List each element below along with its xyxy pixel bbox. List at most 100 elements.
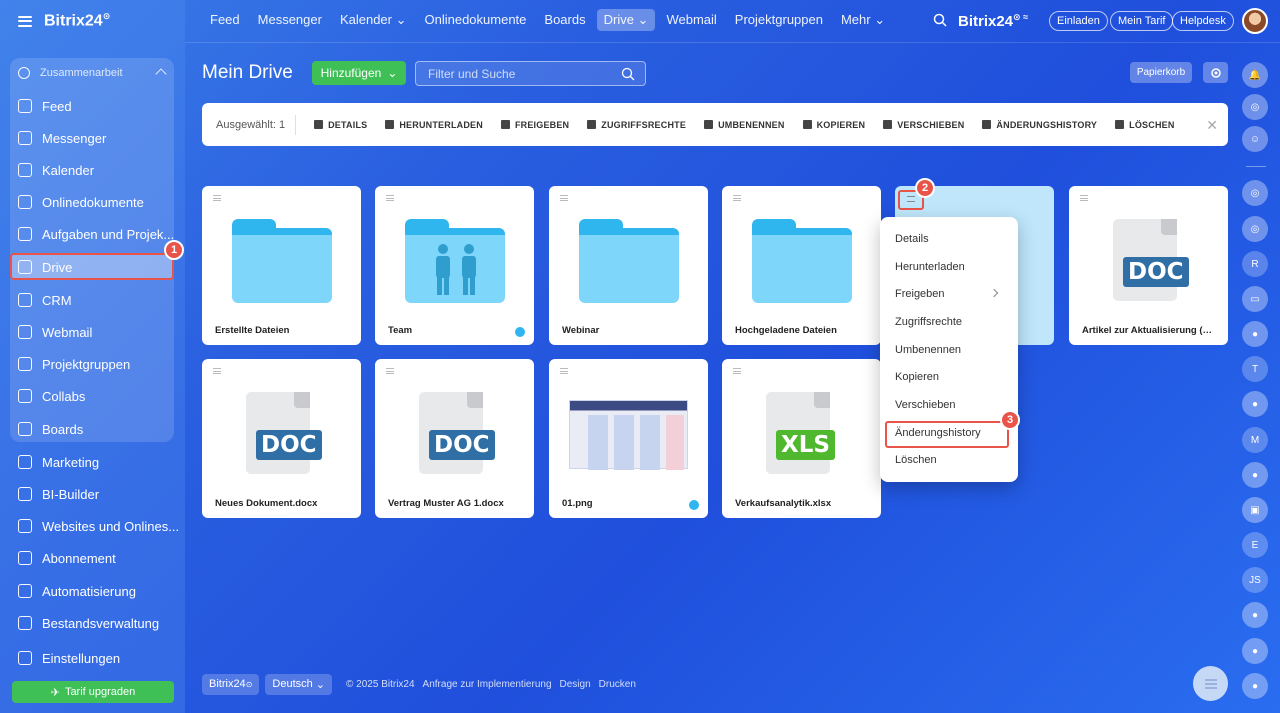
action-löschen[interactable]: LÖSCHEN <box>1115 120 1174 130</box>
sidebar-item-drive[interactable]: Drive <box>18 256 72 278</box>
file-tile[interactable]: DOC Artikel zur Aktualisierung (M... <box>1069 186 1228 345</box>
rail-contact-avatar[interactable]: R <box>1242 251 1268 277</box>
search-icon[interactable] <box>933 13 947 27</box>
context-menu-item-herunterladen[interactable]: Herunterladen <box>895 261 965 273</box>
menu-handle-icon[interactable] <box>386 195 394 201</box>
action-zugriffsrechte[interactable]: ZUGRIFFSRECHTE <box>587 120 686 130</box>
channel-icon[interactable]: ◎ <box>1242 180 1268 206</box>
menu-handle-icon[interactable] <box>733 368 741 374</box>
notification-icon[interactable]: 🔔 <box>1242 62 1268 88</box>
footer-brand-button[interactable]: Bitrix24 ⊙ <box>202 673 260 695</box>
upgrade-plan-button[interactable]: ✈ Tarif upgraden <box>12 681 174 703</box>
action-details[interactable]: DETAILS <box>314 120 367 130</box>
file-tile[interactable]: DOC Vertrag Muster AG 1.docx <box>375 359 534 518</box>
sidebar-item-bestandsverwaltung[interactable]: Bestandsverwaltung <box>18 612 159 634</box>
file-tile[interactable]: XLS Verkaufsanalytik.xlsx <box>722 359 881 518</box>
nav-item-webmail[interactable]: Webmail <box>659 9 723 31</box>
rail-contact-avatar[interactable]: T <box>1242 356 1268 382</box>
menu-handle-icon[interactable] <box>386 368 394 374</box>
user-avatar[interactable] <box>1242 8 1268 34</box>
user-avatar-icon[interactable]: ● <box>1242 321 1268 347</box>
sidebar-item-messenger[interactable]: Messenger <box>18 127 106 149</box>
menu-icon[interactable] <box>18 15 32 27</box>
file-tile[interactable]: 01.png <box>549 359 708 518</box>
menu-handle-icon[interactable] <box>1080 195 1088 201</box>
nav-item-feed[interactable]: Feed <box>203 9 247 31</box>
action-verschieben[interactable]: VERSCHIEBEN <box>883 120 964 130</box>
sidebar-item-kalender[interactable]: Kalender <box>18 159 94 181</box>
footer-link-drucken[interactable]: Drucken <box>599 679 636 690</box>
sidebar-item-bi-builder[interactable]: BI-Builder <box>18 483 99 505</box>
copilot-icon[interactable]: ◎ <box>1242 94 1268 120</box>
action-umbenennen[interactable]: UMBENENNEN <box>704 120 785 130</box>
settings-button[interactable] <box>1203 62 1228 83</box>
group-collaboration-header[interactable]: Zusammenarbeit <box>18 62 123 84</box>
context-menu-item-löschen[interactable]: Löschen <box>895 454 937 466</box>
sidebar-item-crm[interactable]: CRM <box>18 289 72 311</box>
action-freigeben[interactable]: FREIGEBEN <box>500 120 569 130</box>
sidebar-item-aufgaben-und-projek[interactable]: Aufgaben und Projek... <box>18 223 174 245</box>
menu-handle-icon[interactable] <box>560 368 568 374</box>
context-menu-item-freigeben[interactable]: Freigeben <box>895 288 945 300</box>
menu-handle-icon[interactable] <box>213 195 221 201</box>
close-icon[interactable]: ✕ <box>1206 117 1218 134</box>
context-menu-item-details[interactable]: Details <box>895 233 929 245</box>
menu-handle-icon[interactable] <box>733 195 741 201</box>
menu-handle-icon[interactable] <box>213 368 221 374</box>
nav-item-drive[interactable]: Drive ⌄ <box>596 9 656 31</box>
channel-icon[interactable]: ◎ <box>1242 216 1268 242</box>
context-menu-item-kopieren[interactable]: Kopieren <box>895 371 939 383</box>
chat-button[interactable] <box>1193 666 1228 701</box>
sidebar-item-automatisierung[interactable]: Automatisierung <box>18 580 136 602</box>
task-icon[interactable]: ▣ <box>1242 497 1268 523</box>
rail-contact-avatar[interactable]: JS <box>1242 567 1268 593</box>
nav-item-messenger[interactable]: Messenger <box>251 9 329 31</box>
user-avatar-icon[interactable]: ● <box>1242 462 1268 488</box>
user-avatar-icon[interactable]: ● <box>1242 602 1268 628</box>
sidebar-item-marketing[interactable]: Marketing <box>18 451 99 473</box>
action-kopieren[interactable]: KOPIEREN <box>802 120 866 130</box>
file-tile[interactable]: Hochgeladene Dateien <box>722 186 881 345</box>
sidebar-item-collabs[interactable]: Collabs <box>18 385 85 407</box>
context-menu-item-umbenennen[interactable]: Umbenennen <box>895 344 961 356</box>
sidebar-item-projektgruppen[interactable]: Projektgruppen <box>18 353 130 375</box>
user-avatar-icon[interactable]: ● <box>1242 638 1268 664</box>
chat-bubble-icon[interactable]: ▭ <box>1242 286 1268 312</box>
nav-item-projektgruppen[interactable]: Projektgruppen <box>728 9 830 31</box>
rail-contact-avatar[interactable]: E <box>1242 532 1268 558</box>
context-menu-item-zugriffsrechte[interactable]: Zugriffsrechte <box>895 316 962 328</box>
menu-handle-icon[interactable] <box>560 195 568 201</box>
context-menu-item-verschieben[interactable]: Verschieben <box>895 399 956 411</box>
nav-item-boards[interactable]: Boards <box>537 9 592 31</box>
nav-item-onlinedokumente[interactable]: Onlinedokumente <box>418 9 534 31</box>
sidebar-item-boards[interactable]: Boards <box>18 418 83 440</box>
file-tile[interactable]: Team <box>375 186 534 345</box>
logo[interactable]: Bitrix24⊙ <box>44 11 110 30</box>
user-avatar-icon[interactable]: ● <box>1242 673 1268 699</box>
action-herunterladen[interactable]: HERUNTERLADEN <box>385 120 483 130</box>
add-button[interactable]: Hinzufügen ⌄ <box>312 61 406 85</box>
nav-item-mehr[interactable]: Mehr ⌄ <box>834 9 892 31</box>
helpdesk-button[interactable]: Helpdesk <box>1172 11 1234 31</box>
assistant-icon[interactable]: ☺ <box>1242 126 1268 152</box>
my-plan-button[interactable]: Mein Tarif <box>1110 11 1174 31</box>
sidebar-item-feed[interactable]: Feed <box>18 95 72 117</box>
invite-button[interactable]: Einladen <box>1049 11 1108 31</box>
user-avatar-icon[interactable]: ● <box>1242 391 1268 417</box>
sidebar-item-webmail[interactable]: Webmail <box>18 321 92 343</box>
rail-contact-avatar[interactable]: M <box>1242 427 1268 453</box>
nav-item-kalender[interactable]: Kalender ⌄ <box>333 9 414 31</box>
search-field[interactable] <box>415 61 646 86</box>
language-select[interactable]: Deutsch ⌄ <box>265 673 333 695</box>
trash-button[interactable]: Papierkorb <box>1130 62 1192 83</box>
footer-link-anfrage-zur-implementierung[interactable]: Anfrage zur Implementierung <box>423 679 552 690</box>
file-tile[interactable]: Webinar <box>549 186 708 345</box>
file-tile[interactable]: Erstellte Dateien <box>202 186 361 345</box>
search-input[interactable] <box>416 62 616 85</box>
sidebar-item-einstellungen[interactable]: Einstellungen <box>18 647 120 669</box>
file-tile[interactable]: DOC Neues Dokument.docx <box>202 359 361 518</box>
sidebar-item-abonnement[interactable]: Abonnement <box>18 547 116 569</box>
sidebar-item-websites-und-onlines[interactable]: Websites und Onlines... <box>18 515 179 537</box>
sidebar-item-onlinedokumente[interactable]: Onlinedokumente <box>18 191 144 213</box>
footer-link-design[interactable]: Design <box>560 679 591 690</box>
